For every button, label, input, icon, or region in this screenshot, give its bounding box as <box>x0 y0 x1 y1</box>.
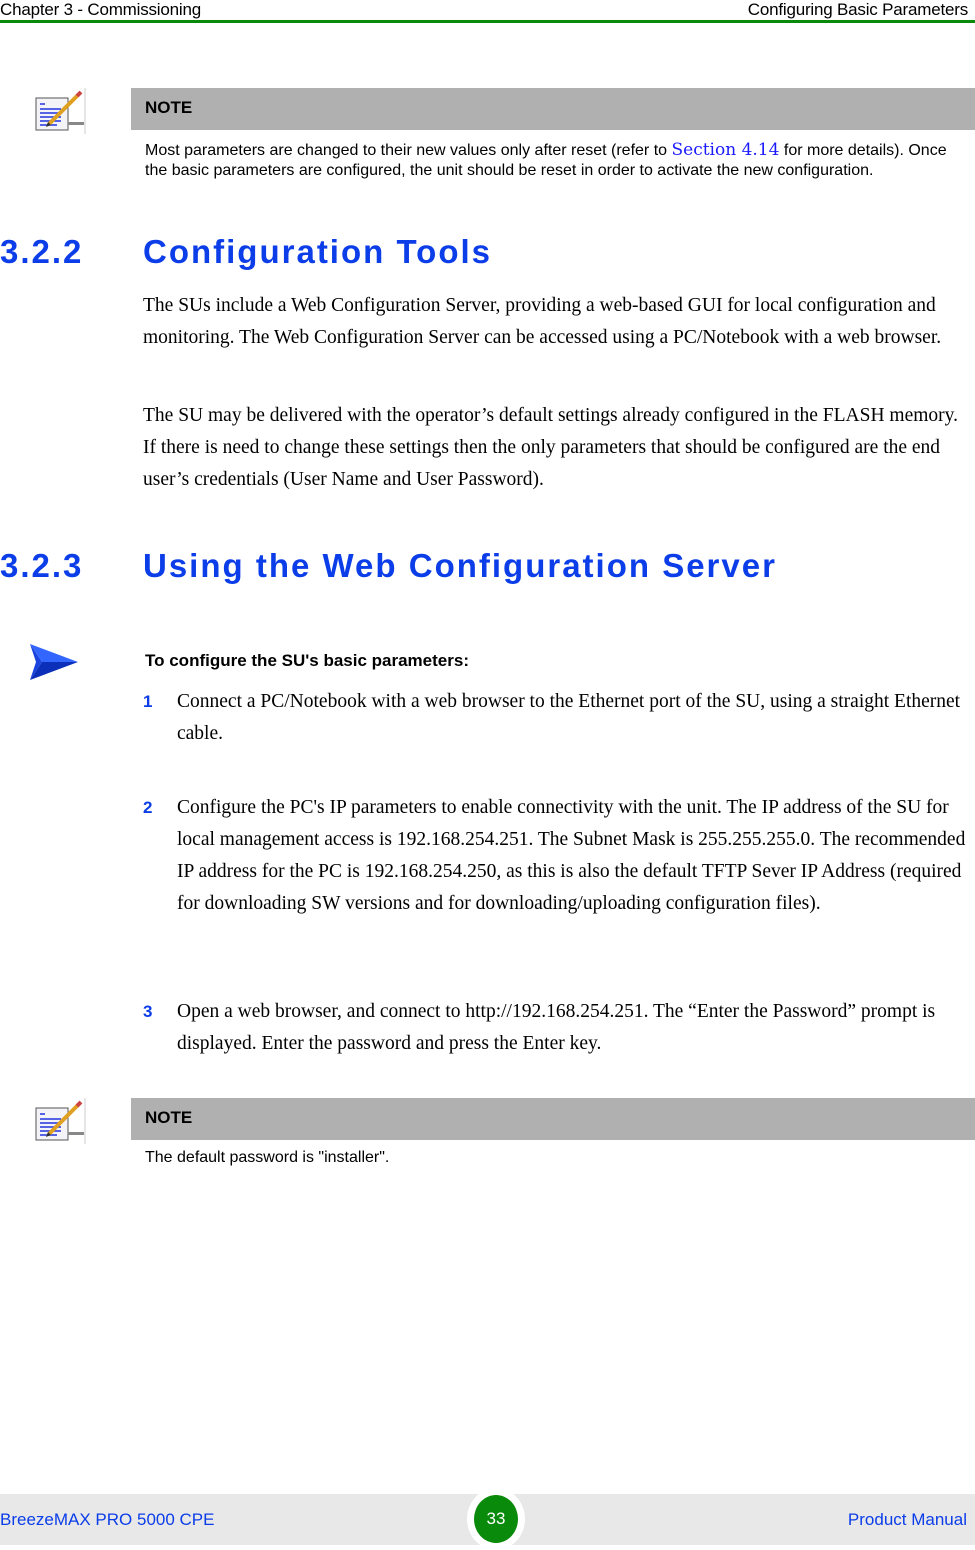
note-body: The default password is "installer". <box>145 1149 390 1166</box>
note-pencil-icon <box>35 1098 86 1144</box>
section-heading: 3.2.2 Configuration Tools <box>0 232 492 272</box>
arrow-right-icon <box>30 644 78 680</box>
header-rule <box>0 20 975 23</box>
note-body: Most parameters are changed to their new… <box>145 140 947 179</box>
note-header-bar: NOTE <box>131 1098 975 1140</box>
section-number: 3.2.2 <box>0 233 84 270</box>
chapter-title: Chapter 3 - Commissioning <box>0 0 201 19</box>
paragraph: The SU may be delivered with the operato… <box>143 405 958 490</box>
section-heading-text: Configuration Tools <box>143 233 493 270</box>
page-number: 33 <box>474 1495 518 1543</box>
step-number: 1 <box>143 692 153 711</box>
document-type: Product Manual <box>847 1510 967 1529</box>
page-footer: BreezeMAX PRO 5000 CPE 33 Product Manual <box>0 1488 975 1550</box>
step-text: Configure the PC's IP parameters to enab… <box>177 797 966 914</box>
note-title: NOTE <box>145 1108 193 1127</box>
section-link[interactable]: Section 4.14 <box>671 140 779 160</box>
note-title: NOTE <box>145 98 193 117</box>
step-number: 2 <box>143 798 153 817</box>
step-text: Connect a PC/Notebook with a web browser… <box>177 691 961 744</box>
section-heading: 3.2.3 Using the Web Configuration Server <box>0 546 777 586</box>
section-title: Configuring Basic Parameters <box>747 0 968 19</box>
section-heading-text: Using the Web Configuration Server <box>143 547 777 584</box>
note-header-bar: NOTE <box>131 88 975 130</box>
step-number: 3 <box>143 1002 153 1021</box>
page-header: Chapter 3 - Commissioning Configuring Ba… <box>0 0 975 23</box>
product-name: BreezeMAX PRO 5000 CPE <box>0 1510 215 1529</box>
paragraph: The SUs include a Web Configuration Serv… <box>143 295 942 348</box>
note-pencil-icon <box>35 88 86 134</box>
procedure-title: To configure the SU's basic parameters: <box>145 651 469 670</box>
step-text: Open a web browser, and connect to http:… <box>177 1001 936 1054</box>
section-number: 3.2.3 <box>0 547 84 584</box>
